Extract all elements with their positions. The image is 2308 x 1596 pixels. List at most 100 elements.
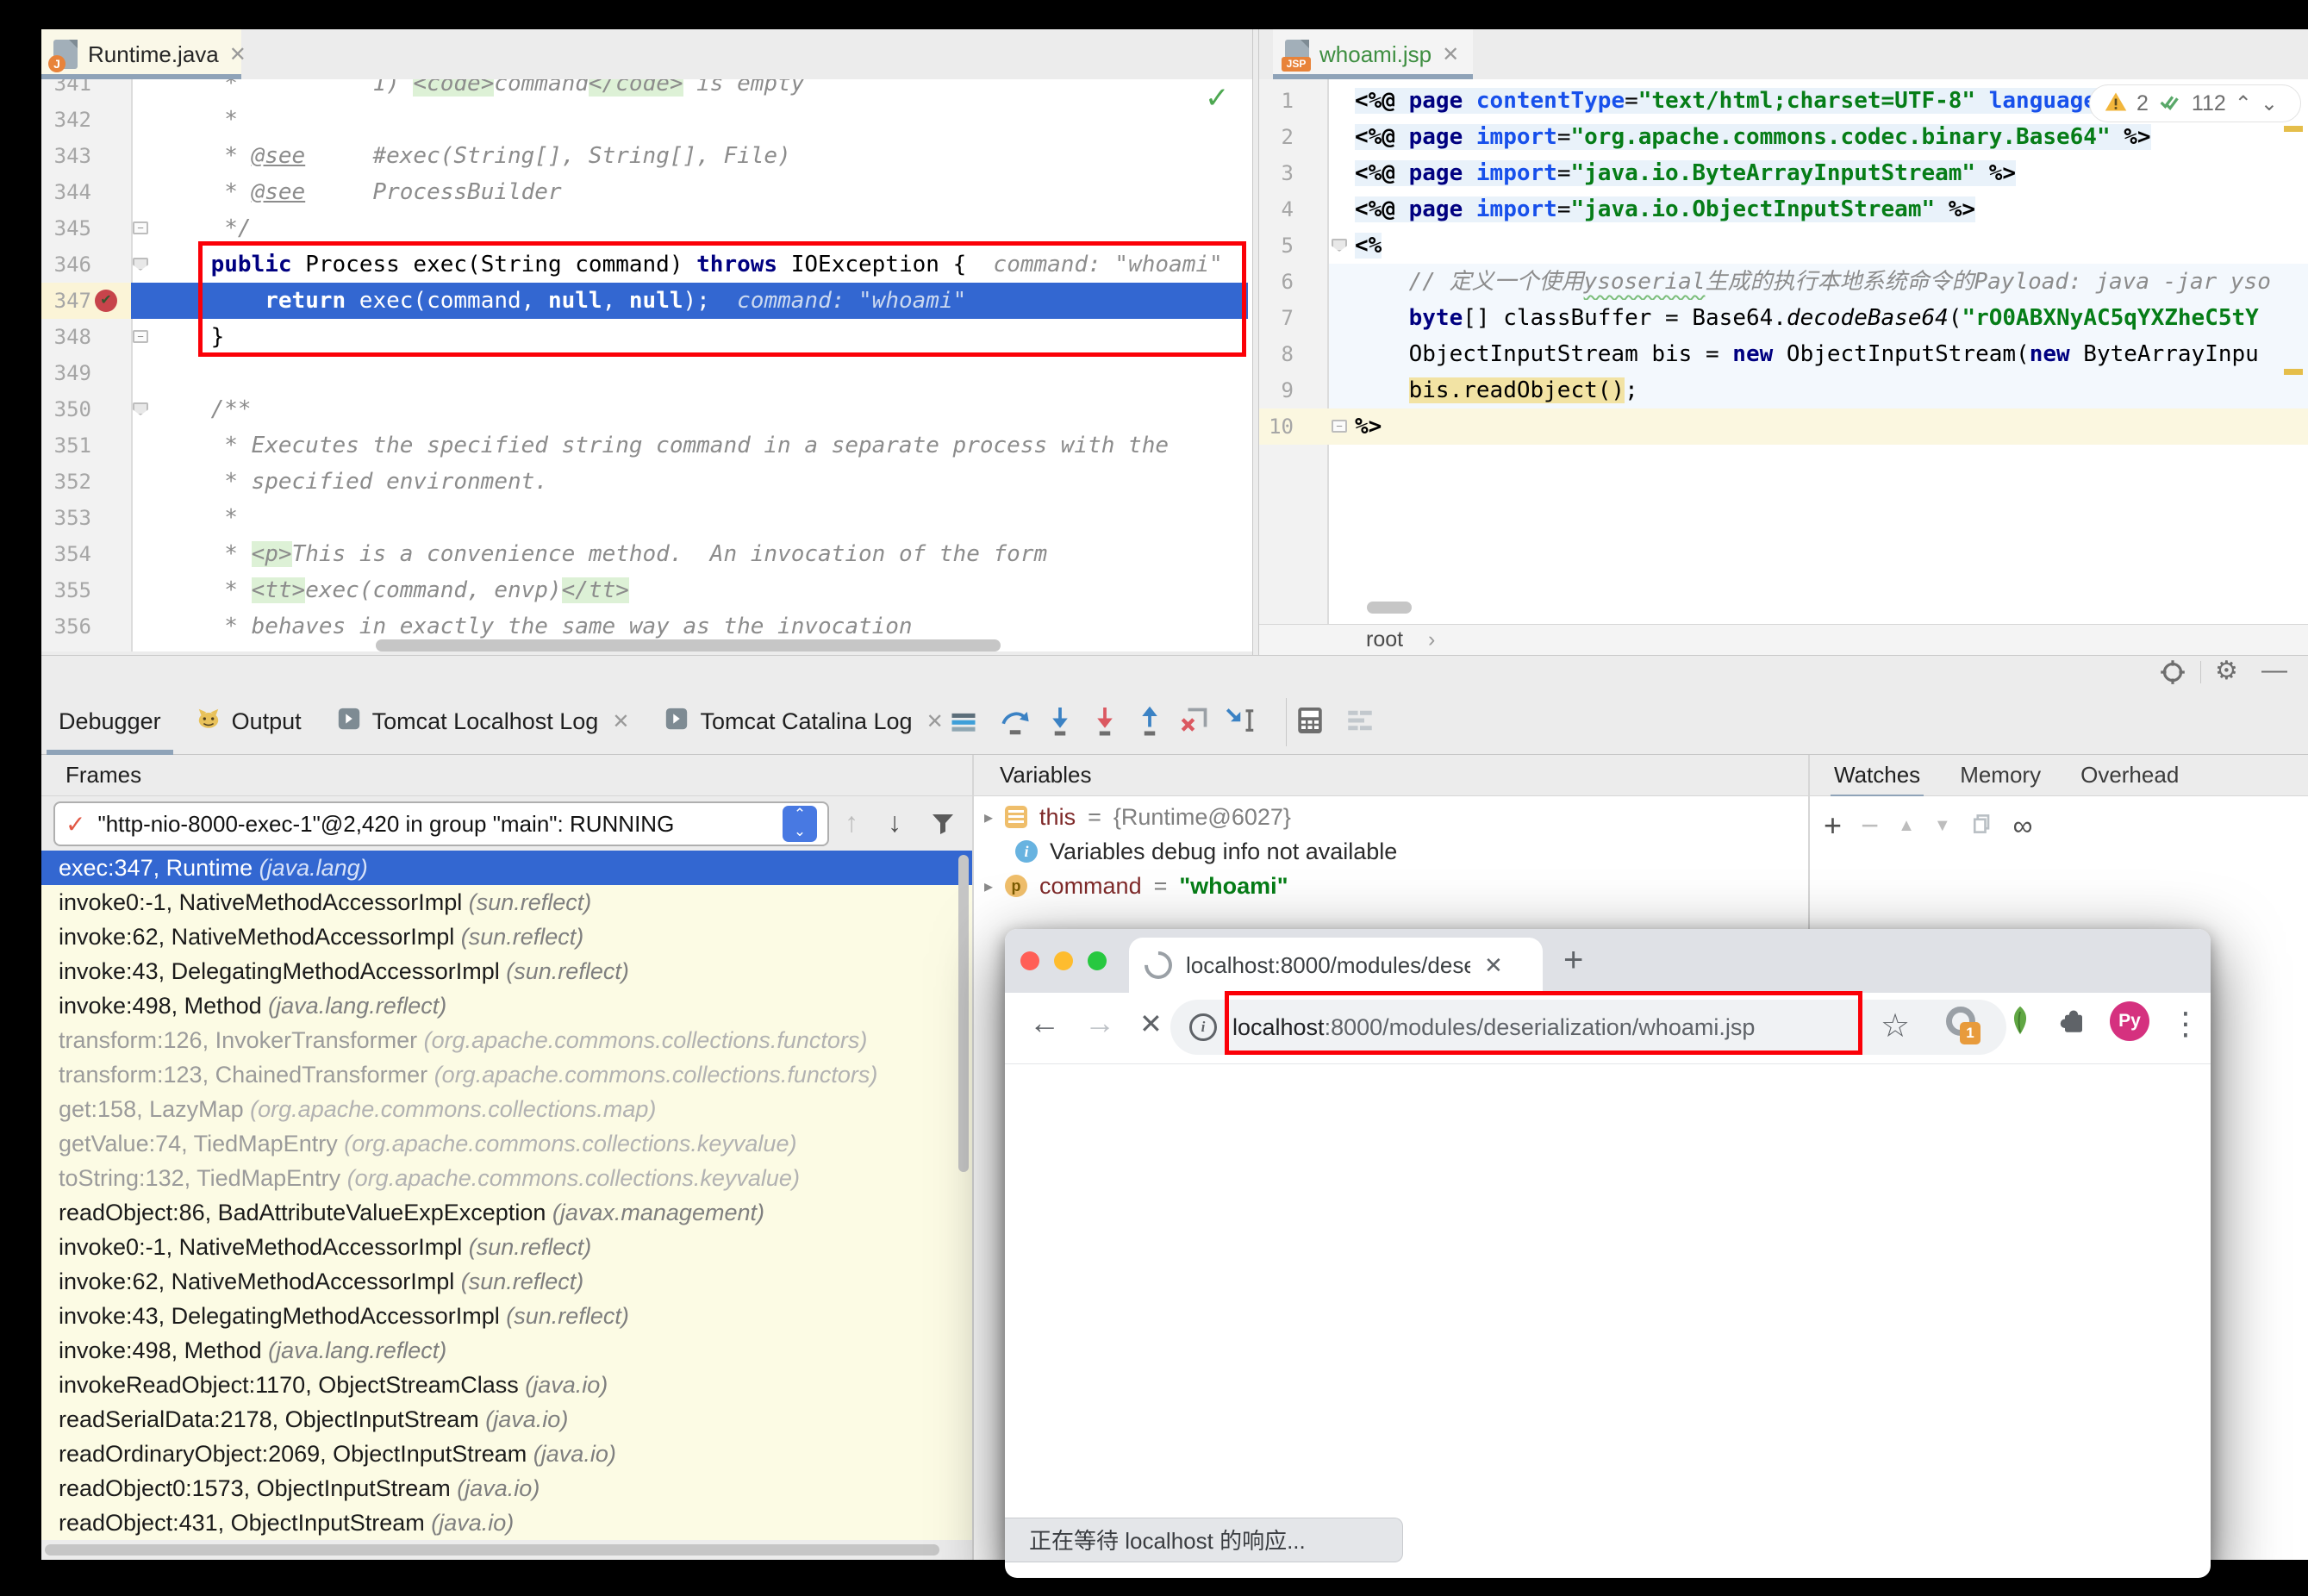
- stripe-warning-mark[interactable]: [2284, 126, 2303, 132]
- editor-splitter[interactable]: [1252, 29, 1259, 655]
- step-into-icon[interactable]: [1043, 703, 1077, 742]
- frame-row[interactable]: transform:123, ChainedTransformer (org.a…: [41, 1057, 972, 1092]
- code-line-354[interactable]: 354 * <p>This is a convenience method. A…: [41, 536, 1252, 572]
- breadcrumb-root[interactable]: root: [1366, 627, 1403, 652]
- force-step-into-icon[interactable]: [1088, 703, 1122, 742]
- code-line-8[interactable]: 8 ObjectInputStream bis = new ObjectInpu…: [1259, 336, 2308, 372]
- code-line-352[interactable]: 352 * specified environment.: [41, 464, 1252, 500]
- close-tab-icon[interactable]: ✕: [229, 42, 246, 67]
- close-tab-icon[interactable]: ✕: [926, 709, 944, 734]
- profile-avatar[interactable]: Py: [2110, 1001, 2149, 1041]
- frame-row[interactable]: invoke:62, NativeMethodAccessorImpl (sun…: [41, 920, 972, 954]
- code-line-343[interactable]: 343 * @see #exec(String[], String[], Fil…: [41, 138, 1252, 174]
- add-watch-icon[interactable]: +: [1824, 807, 1842, 844]
- filter-frames-icon[interactable]: [929, 810, 957, 842]
- line-number[interactable]: 345: [41, 210, 91, 246]
- code-line-341[interactable]: 341 * 1) <code>command</code> is empty: [41, 79, 1252, 102]
- tab-whoami-jsp[interactable]: JSP whoami.jsp ✕: [1273, 29, 1473, 79]
- line-number[interactable]: 349: [41, 355, 91, 391]
- close-tab-icon[interactable]: ✕: [1484, 952, 1503, 979]
- code-line-5[interactable]: 5<%: [1259, 228, 2308, 264]
- debug-tool-tab-tomcat-localhost-log[interactable]: Tomcat Localhost Log✕: [319, 689, 647, 755]
- editor-whoami-jsp[interactable]: 1<%@ page contentType="text/html;charset…: [1259, 79, 2308, 624]
- extension-c-icon[interactable]: 1: [1946, 1007, 1975, 1040]
- extensions-puzzle-icon[interactable]: [2056, 1003, 2091, 1042]
- line-number[interactable]: 352: [41, 464, 91, 500]
- code-line-2[interactable]: 2<%@ page import="org.apache.commons.cod…: [1259, 119, 2308, 155]
- view-options-icon[interactable]: [948, 707, 979, 742]
- line-number[interactable]: 1: [1259, 83, 1294, 119]
- new-tab-icon[interactable]: +: [1563, 941, 1583, 980]
- fold-marker-icon[interactable]: [1332, 239, 1347, 252]
- fold-marker-icon[interactable]: [133, 402, 148, 415]
- line-number[interactable]: 8: [1259, 336, 1294, 372]
- line-number[interactable]: 3: [1259, 155, 1294, 191]
- code-line-344[interactable]: 344 * @see ProcessBuilder: [41, 174, 1252, 210]
- left-editor-hscrollbar[interactable]: [376, 639, 1001, 651]
- evaluate-expression-icon[interactable]: [1293, 703, 1327, 742]
- variable-row[interactable]: ▸this = {Runtime@6027}: [974, 800, 1291, 834]
- step-out-icon[interactable]: [1132, 703, 1167, 742]
- line-number[interactable]: 348: [41, 319, 91, 355]
- line-number[interactable]: 2: [1259, 119, 1294, 155]
- step-over-icon[interactable]: [998, 703, 1032, 742]
- frame-row[interactable]: invoke0:-1, NativeMethodAccessorImpl (su…: [41, 885, 972, 920]
- breakpoint-verified-icon[interactable]: ✔: [95, 290, 117, 312]
- frame-row[interactable]: invoke:43, DelegatingMethodAccessorImpl …: [41, 1299, 972, 1333]
- inspections-widget[interactable]: 2 112 ⌃ ⌄: [2089, 84, 2301, 122]
- code-line-350[interactable]: 350 /**: [41, 391, 1252, 427]
- editor-runtime-java[interactable]: 341 * 1) <code>command</code> is empty34…: [41, 79, 1252, 651]
- line-number[interactable]: 355: [41, 572, 91, 608]
- line-number[interactable]: 356: [41, 608, 91, 645]
- thread-dropdown-stepper[interactable]: ⌃⌄: [783, 806, 817, 842]
- next-problem-icon[interactable]: ⌄: [2261, 91, 2278, 116]
- code-line-4[interactable]: 4<%@ page import="java.io.ObjectInputStr…: [1259, 191, 2308, 228]
- drop-frame-icon[interactable]: [1177, 703, 1212, 742]
- code-line-3[interactable]: 3<%@ page import="java.io.ByteArrayInput…: [1259, 155, 2308, 191]
- frame-row[interactable]: invoke0:-1, NativeMethodAccessorImpl (su…: [41, 1230, 972, 1264]
- expand-icon[interactable]: ▸: [984, 876, 993, 897]
- gear-icon[interactable]: ⚙: [2215, 656, 2238, 686]
- debug-tool-tab-debugger[interactable]: Debugger: [41, 689, 178, 755]
- fold-marker-icon[interactable]: [133, 258, 148, 271]
- line-number[interactable]: 351: [41, 427, 91, 464]
- line-number[interactable]: 6: [1259, 264, 1294, 300]
- frame-row[interactable]: readObject:431, ObjectInputStream (java.…: [41, 1506, 972, 1540]
- next-frame-icon[interactable]: ↓: [888, 807, 901, 839]
- code-line-10[interactable]: 10−%>: [1259, 408, 2308, 445]
- frame-row[interactable]: getValue:74, TiedMapEntry (org.apache.co…: [41, 1126, 972, 1161]
- line-number[interactable]: 5: [1259, 228, 1294, 264]
- close-tab-icon[interactable]: ✕: [1442, 42, 1459, 67]
- frames-vscrollbar[interactable]: [958, 855, 969, 1172]
- fold-marker-icon[interactable]: −: [133, 330, 148, 343]
- prev-frame-icon[interactable]: ↑: [845, 807, 858, 839]
- frame-row[interactable]: invokeReadObject:1170, ObjectStreamClass…: [41, 1368, 972, 1402]
- fold-marker-icon[interactable]: −: [1332, 420, 1347, 433]
- minimize-window-icon[interactable]: [1054, 951, 1073, 970]
- code-line-9[interactable]: 9 bis.readObject();: [1259, 372, 2308, 408]
- code-line-7[interactable]: 7 byte[] classBuffer = Base64.decodeBase…: [1259, 300, 2308, 336]
- expand-icon[interactable]: ▸: [984, 807, 993, 828]
- prev-problem-icon[interactable]: ⌃: [2235, 91, 2252, 116]
- line-number[interactable]: 353: [41, 500, 91, 536]
- frame-row[interactable]: invoke:43, DelegatingMethodAccessorImpl …: [41, 954, 972, 988]
- code-line-355[interactable]: 355 * <tt>exec(command, envp)</tt>: [41, 572, 1252, 608]
- code-line-342[interactable]: 342 *: [41, 102, 1252, 138]
- line-number[interactable]: 4: [1259, 191, 1294, 228]
- close-tab-icon[interactable]: ✕: [612, 709, 629, 734]
- move-up-icon[interactable]: ▲: [1898, 816, 1915, 836]
- close-window-icon[interactable]: [1020, 951, 1039, 970]
- frame-row[interactable]: transform:126, InvokerTransformer (org.a…: [41, 1023, 972, 1057]
- hide-panel-icon[interactable]: —: [2261, 656, 2287, 685]
- line-number[interactable]: 344: [41, 174, 91, 210]
- line-number[interactable]: 9: [1259, 372, 1294, 408]
- frame-row[interactable]: readObject0:1573, ObjectInputStream (jav…: [41, 1471, 972, 1506]
- frame-row[interactable]: readObject:86, BadAttributeValueExpExcep…: [41, 1195, 972, 1230]
- debug-tool-tab-output[interactable]: Output: [178, 689, 319, 755]
- fold-marker-icon[interactable]: −: [133, 221, 148, 234]
- frame-row[interactable]: get:158, LazyMap (org.apache.commons.col…: [41, 1092, 972, 1126]
- duplicate-watch-icon[interactable]: [1970, 812, 1994, 840]
- forward-icon[interactable]: →: [1084, 1005, 1115, 1041]
- code-line-349[interactable]: 349: [41, 355, 1252, 391]
- code-line-6[interactable]: 6 // 定义一个使用ysoserial生成的执行本地系统命令的Payload:…: [1259, 264, 2308, 300]
